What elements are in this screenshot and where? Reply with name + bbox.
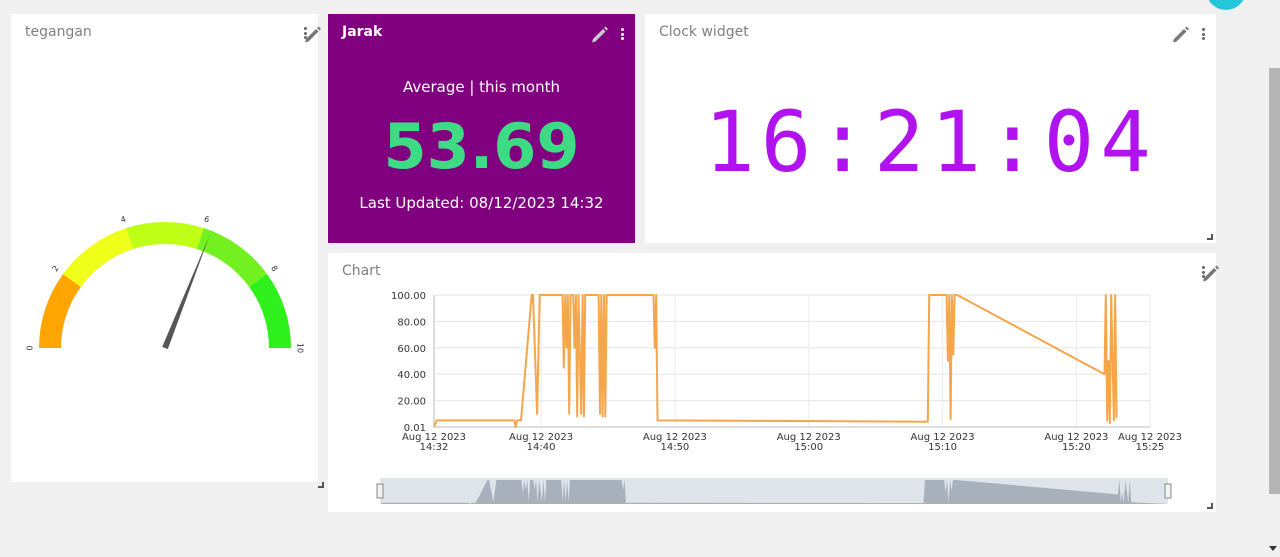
- y-tick-label: 20.00: [397, 397, 426, 408]
- widget-actions: [1170, 25, 1206, 43]
- add-widget-button[interactable]: [1206, 0, 1246, 10]
- pencil-icon[interactable]: [1170, 25, 1190, 43]
- gauge-tick-label: 10: [296, 343, 305, 353]
- gauge-tick-label: 6: [203, 215, 211, 225]
- gauge-widget: tegangan 0 2 4 6 8 10: [11, 14, 324, 488]
- x-tick-time: 14:40: [527, 442, 556, 453]
- y-tick-label: 100.00: [391, 291, 426, 302]
- gauge-chart: 0 2 4 6 8 10: [26, 215, 305, 354]
- chart-widget: Chart 100.00 80.00 60.00 40.00 20.00 0.01 Aug …: [328, 253, 1219, 512]
- x-tick-time: 14:32: [420, 442, 449, 453]
- x-tick-time: 14:50: [660, 442, 689, 453]
- clock-widget: Clock widget 16:21:04: [645, 14, 1216, 243]
- gauge-tick-label: 2: [51, 264, 61, 273]
- y-tick-label: 80.00: [397, 317, 426, 328]
- gauge-band: [39, 273, 81, 348]
- jarak-widget: Jarak Average | this month 53.69 Last Up…: [328, 14, 635, 243]
- widget-title: Jarak: [342, 24, 383, 40]
- y-tick-label: 40.00: [397, 370, 426, 381]
- clock-time: 16:21:04: [704, 93, 1157, 191]
- resize-handle[interactable]: [318, 482, 324, 488]
- gauge-band: [63, 228, 133, 287]
- more-options-icon[interactable]: [1200, 26, 1206, 42]
- resize-handle[interactable]: [1207, 503, 1213, 509]
- more-options-icon[interactable]: [619, 26, 625, 42]
- gauge-band: [249, 273, 291, 348]
- series-line: [433, 294, 1118, 428]
- gauge-tick-label: 4: [119, 215, 127, 225]
- gauge-band: [126, 222, 204, 250]
- pencil-icon[interactable]: [589, 25, 609, 43]
- x-tick-time: 15:20: [1062, 442, 1091, 453]
- page-scrollbar[interactable]: [1266, 0, 1280, 557]
- x-tick-time: 15:10: [928, 442, 957, 453]
- gauge-tick-label: 0: [26, 345, 35, 350]
- stat-subtitle: Average | this month: [402, 78, 560, 96]
- widget-title: Clock widget: [659, 24, 749, 40]
- navigator-right-handle[interactable]: [1164, 483, 1172, 499]
- widget-actions: [589, 25, 625, 43]
- gauge-tick-label: 8: [269, 264, 279, 273]
- scroll-down-arrow-icon[interactable]: [1269, 546, 1277, 551]
- scrollbar-thumb[interactable]: [1269, 68, 1280, 494]
- gauge-needle: [162, 234, 210, 350]
- stat-value: 53.69: [383, 110, 580, 183]
- gauge-band: [197, 228, 267, 287]
- x-tick-time: 15:00: [794, 442, 823, 453]
- navigator-left-handle[interactable]: [376, 483, 384, 499]
- x-tick-time: 15:25: [1136, 442, 1165, 453]
- last-updated-text: Last Updated: 08/12/2023 14:32: [359, 194, 604, 212]
- y-tick-label: 60.00: [397, 344, 426, 355]
- resize-handle[interactable]: [1207, 234, 1213, 240]
- line-chart: 100.0080.0060.0040.0020.000.01Aug 12 202…: [376, 291, 1182, 504]
